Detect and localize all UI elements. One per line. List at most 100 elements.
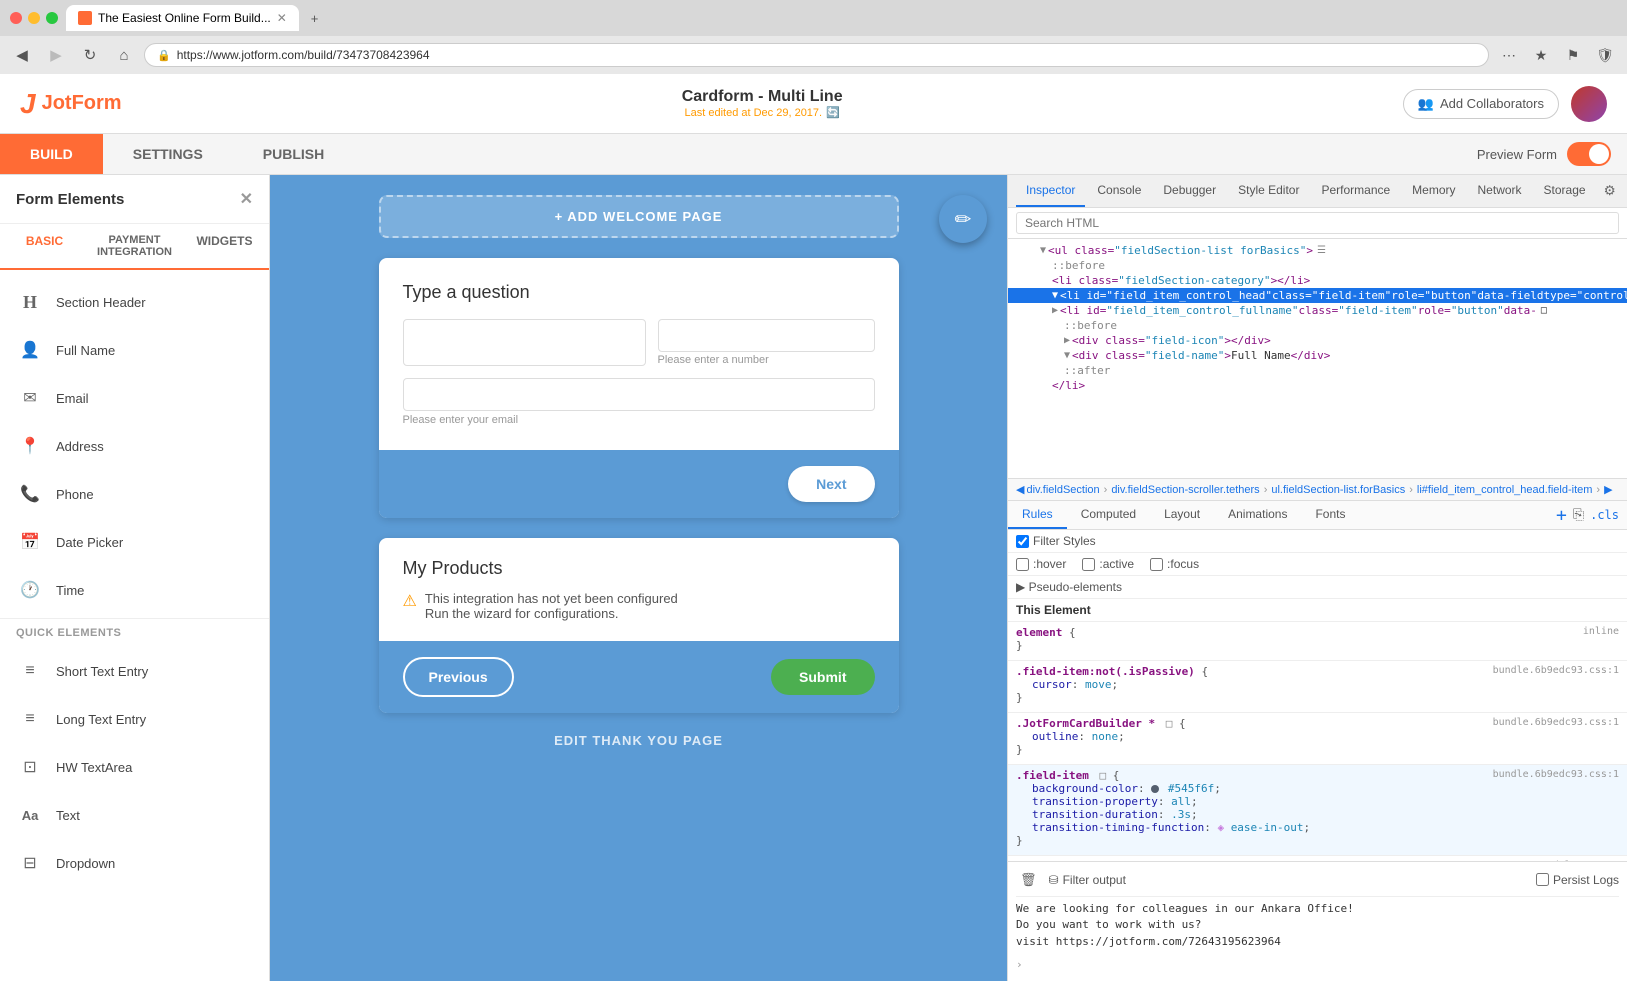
bookmark-btn[interactable]: ★	[1527, 41, 1555, 69]
bc-left-arrow[interactable]: ◀	[1016, 483, 1024, 496]
address-bar[interactable]: 🔒 https://www.jotform.com/build/73473708…	[144, 43, 1489, 67]
element-date-picker[interactable]: 📅 Date Picker	[0, 518, 269, 566]
warning-icon: ⚠	[403, 591, 417, 611]
payment-tab[interactable]: PAYMENT INTEGRATION	[89, 224, 180, 268]
bc-item-2[interactable]: ul.fieldSection-list.forBasics	[1271, 484, 1405, 496]
user-avatar[interactable]	[1571, 86, 1607, 122]
close-panel-icon[interactable]: ✕	[240, 189, 253, 209]
console-clear-btn[interactable]: 🗑	[1016, 870, 1041, 890]
devtools-tab-network[interactable]: Network	[1468, 175, 1532, 207]
bc-item-1[interactable]: div.fieldSection-scroller.tethers	[1111, 484, 1259, 496]
expand-arrow[interactable]: ▶	[1064, 335, 1070, 346]
widgets-tab[interactable]: WIDGETS	[180, 224, 269, 268]
devtools-search-input[interactable]	[1016, 212, 1619, 234]
browser-chrome: The Easiest Online Form Build... ✕ + ◀ ▶…	[0, 0, 1627, 74]
bc-item-3[interactable]: li#field_item_control_head.field-item	[1417, 484, 1592, 496]
number-input[interactable]	[658, 319, 875, 352]
pseudo-elements-toggle[interactable]: ▶ Pseudo-elements	[1008, 576, 1627, 599]
devtools-tab-storage[interactable]: Storage	[1534, 175, 1596, 207]
focus-checkbox[interactable]	[1150, 558, 1163, 571]
element-long-text[interactable]: ≡ Long Text Entry	[0, 695, 269, 743]
timing-fn-icon: ◈	[1217, 821, 1224, 834]
warning-subtext: Run the wizard for configurations.	[425, 606, 678, 621]
settings-tab[interactable]: SETTINGS	[103, 134, 233, 174]
build-tab[interactable]: BUILD	[0, 134, 103, 174]
refresh-btn[interactable]: ↻	[76, 41, 104, 69]
next-btn[interactable]: Next	[788, 466, 874, 502]
add-rule-btn[interactable]: +	[1556, 505, 1567, 526]
text-icon: Aa	[16, 801, 44, 829]
element-phone[interactable]: 📞 Phone	[0, 470, 269, 518]
add-collaborators-btn[interactable]: 👥 Add Collaborators	[1403, 89, 1559, 119]
email-input[interactable]	[403, 378, 875, 411]
element-label: Email	[56, 391, 89, 406]
back-btn[interactable]: ◀	[8, 41, 36, 69]
shield-btn[interactable]: 🛡	[1591, 41, 1619, 69]
css-cls-btn[interactable]: .cls	[1590, 508, 1619, 522]
close-window-btn[interactable]	[10, 12, 22, 24]
publish-tab[interactable]: PUBLISH	[233, 134, 354, 174]
tab-close-btn[interactable]: ✕	[277, 11, 287, 25]
forward-btn[interactable]: ▶	[42, 41, 70, 69]
bc-sep: ›	[1596, 484, 1600, 496]
expand-arrow[interactable]: ▼	[1040, 245, 1046, 256]
expand-arrow[interactable]: ▶	[1052, 305, 1058, 316]
element-section-header[interactable]: H Section Header	[0, 278, 269, 326]
rules-tab-computed[interactable]: Computed	[1067, 501, 1150, 529]
new-tab-btn[interactable]: +	[311, 11, 319, 26]
devtools-tab-console[interactable]: Console	[1087, 175, 1151, 207]
css-prop: transition-timing-function: ◈ ease-in-ou…	[1032, 821, 1619, 834]
hover-checkbox[interactable]	[1016, 558, 1029, 571]
devtools-tab-debugger[interactable]: Debugger	[1153, 175, 1226, 207]
expand-arrow[interactable]: ▼	[1064, 350, 1070, 361]
submit-btn[interactable]: Submit	[771, 659, 874, 695]
element-hw-textarea[interactable]: ⊡ HW TextArea	[0, 743, 269, 791]
element-text[interactable]: Aa Text	[0, 791, 269, 839]
extensions-btn[interactable]: ⋯	[1495, 41, 1523, 69]
console-area: 🗑 ⛁ Filter output Persist Logs We are lo…	[1008, 861, 1627, 981]
preview-toggle-switch[interactable]	[1567, 142, 1611, 166]
fullscreen-window-btn[interactable]	[46, 12, 58, 24]
first-input[interactable]	[403, 319, 646, 366]
bc-item-0[interactable]: div.fieldSection	[1026, 484, 1099, 496]
bc-right-arrow[interactable]: ▶	[1604, 483, 1612, 496]
css-rule-element: element inline { }	[1008, 622, 1627, 661]
devtools-tab-style-editor[interactable]: Style Editor	[1228, 175, 1309, 207]
rules-tab-fonts[interactable]: Fonts	[1301, 501, 1359, 529]
number-hint: Please enter a number	[658, 354, 875, 366]
element-time[interactable]: 🕐 Time	[0, 566, 269, 614]
active-checkbox[interactable]	[1082, 558, 1095, 571]
element-dropdown[interactable]: ⊟ Dropdown	[0, 839, 269, 887]
date-picker-icon: 📅	[16, 528, 44, 556]
element-full-name[interactable]: 👤 Full Name	[0, 326, 269, 374]
rules-tab-rules[interactable]: Rules	[1008, 501, 1067, 529]
fab-pencil-btn[interactable]: ✏	[939, 195, 987, 243]
devtools-tab-memory[interactable]: Memory	[1402, 175, 1465, 207]
element-email[interactable]: ✉ Email	[0, 374, 269, 422]
previous-btn[interactable]: Previous	[403, 657, 514, 697]
browser-tab[interactable]: The Easiest Online Form Build... ✕	[66, 5, 299, 31]
add-welcome-page-btn[interactable]: + ADD WELCOME PAGE	[379, 195, 899, 238]
html-line-selected[interactable]: ▼ <li id="field_item_control_head" class…	[1008, 288, 1627, 303]
element-label: Date Picker	[56, 535, 123, 550]
basic-tab[interactable]: BASIC	[0, 224, 89, 270]
collapse-icon: ☰	[1317, 245, 1326, 256]
persist-logs-checkbox[interactable]	[1536, 873, 1549, 886]
color-swatch[interactable]	[1151, 785, 1159, 793]
edit-thankyou-btn[interactable]: EDIT THANK YOU PAGE	[554, 733, 723, 748]
filter-styles-checkbox[interactable]	[1016, 535, 1029, 548]
rules-tab-layout[interactable]: Layout	[1150, 501, 1214, 529]
home-btn[interactable]: ⌂	[110, 41, 138, 69]
devtools-settings-btn[interactable]: ⚙	[1598, 179, 1622, 203]
copy-rule-icon[interactable]: ⎘	[1573, 507, 1584, 523]
flag-btn[interactable]: ⚑	[1559, 41, 1587, 69]
form-card-content-1: Type a question Please enter a number Pl…	[379, 258, 899, 450]
element-address[interactable]: 📍 Address	[0, 422, 269, 470]
expand-arrow[interactable]: ▼	[1052, 290, 1058, 301]
devtools-tab-performance[interactable]: Performance	[1311, 175, 1400, 207]
minimize-window-btn[interactable]	[28, 12, 40, 24]
main-wrapper: J JotForm Cardform - Multi Line Last edi…	[0, 74, 1627, 981]
element-short-text[interactable]: ≡ Short Text Entry	[0, 647, 269, 695]
devtools-tab-inspector[interactable]: Inspector	[1016, 175, 1085, 207]
rules-tab-animations[interactable]: Animations	[1214, 501, 1301, 529]
